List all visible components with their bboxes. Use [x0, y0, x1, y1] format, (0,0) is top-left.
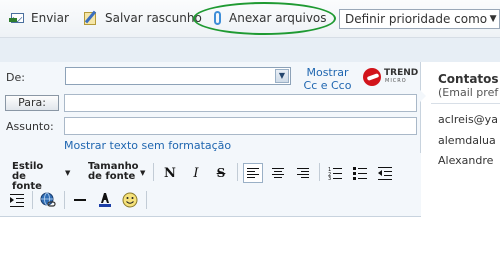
- horizontal-rule-icon: [74, 199, 86, 201]
- align-right-icon: [297, 166, 309, 180]
- numbered-list-icon: 1 2 3: [328, 167, 342, 180]
- contacts-panel: Contatos (Email pref aclreis@ya alemdalu…: [420, 62, 500, 256]
- panel-notch: [420, 90, 426, 102]
- align-left-icon: [247, 166, 259, 180]
- align-center-button[interactable]: [268, 163, 288, 183]
- contact-item[interactable]: Alexandre: [438, 154, 493, 167]
- plain-text-link[interactable]: Mostrar texto sem formatação: [64, 139, 231, 152]
- message-body-editor[interactable]: [0, 216, 421, 256]
- strikethrough-button[interactable]: S: [211, 163, 231, 183]
- caret-down-icon: ▼: [140, 169, 146, 177]
- font-style-label: Estilo de fonte: [12, 161, 44, 192]
- show-cc-bcc-link[interactable]: Mostrar Cc e Cco: [300, 66, 355, 92]
- separator: [146, 191, 147, 209]
- save-draft-label: Salvar rascunho: [105, 11, 202, 25]
- draft-pencil-icon: [83, 10, 99, 26]
- save-draft-button[interactable]: Salvar rascunho: [83, 9, 202, 27]
- indent-button[interactable]: [7, 190, 27, 210]
- bullet-list-button[interactable]: [350, 163, 370, 183]
- bold-button[interactable]: N: [160, 163, 180, 183]
- font-color-icon: [99, 193, 111, 207]
- font-style-dropdown[interactable]: Estilo de fonte ▼: [12, 161, 70, 192]
- from-label: De:: [6, 71, 25, 84]
- italic-button[interactable]: I: [186, 163, 206, 183]
- subject-input[interactable]: [64, 117, 417, 135]
- send-label: Enviar: [31, 11, 69, 25]
- priority-value: Definir prioridade como: [345, 12, 488, 26]
- indent-icon: [10, 194, 24, 207]
- outdent-button[interactable]: [375, 163, 395, 183]
- align-right-button[interactable]: [293, 163, 313, 183]
- subject-label: Assunto:: [6, 120, 54, 133]
- align-left-button[interactable]: [243, 163, 263, 183]
- to-button[interactable]: Para:: [5, 95, 59, 111]
- strikethrough-icon: S: [216, 166, 226, 180]
- chevron-down-icon: ▼: [489, 14, 497, 24]
- font-color-button[interactable]: [95, 190, 115, 210]
- send-button[interactable]: Enviar: [9, 9, 69, 27]
- from-select[interactable]: ▼: [65, 67, 291, 85]
- font-size-dropdown[interactable]: Tamanho de fonte ▼: [88, 162, 146, 182]
- contact-item[interactable]: alemdalua: [438, 134, 496, 147]
- to-input[interactable]: [64, 94, 417, 112]
- italic-icon: I: [193, 165, 199, 181]
- separator: [153, 163, 154, 181]
- caret-down-icon: ▼: [65, 169, 71, 177]
- separator: [32, 191, 33, 209]
- priority-select[interactable]: Definir prioridade como ▼: [339, 9, 500, 29]
- contacts-title: Contatos: [438, 72, 499, 86]
- highlight-ellipse: [193, 2, 336, 35]
- horizontal-rule-button[interactable]: [70, 190, 90, 210]
- chevron-down-icon: ▼: [275, 69, 289, 83]
- divider: [431, 103, 500, 104]
- contacts-subtitle: (Email pref: [438, 86, 499, 99]
- separator: [64, 191, 65, 209]
- bullet-list-icon: [353, 167, 367, 180]
- header-band: [0, 38, 500, 62]
- separator: [319, 163, 320, 181]
- svg-text:3: 3: [328, 176, 331, 180]
- bold-icon: N: [164, 165, 176, 181]
- font-size-label: Tamanho de fonte: [88, 161, 139, 182]
- trend-micro-logo: TREND MICRO: [361, 67, 418, 89]
- numbered-list-button[interactable]: 1 2 3: [325, 163, 345, 183]
- compose-toolbar: Enviar Salvar rascunho Anexar arquivos D…: [0, 0, 500, 38]
- outdent-icon: [378, 167, 392, 180]
- align-center-icon: [272, 166, 284, 180]
- send-mail-icon: [9, 10, 25, 26]
- separator: [237, 163, 238, 181]
- contact-item[interactable]: aclreis@ya: [438, 113, 498, 126]
- smiley-icon: [122, 192, 138, 208]
- insert-link-button[interactable]: [38, 190, 58, 210]
- emoticon-button[interactable]: [120, 190, 140, 210]
- globe-link-icon: [40, 192, 56, 207]
